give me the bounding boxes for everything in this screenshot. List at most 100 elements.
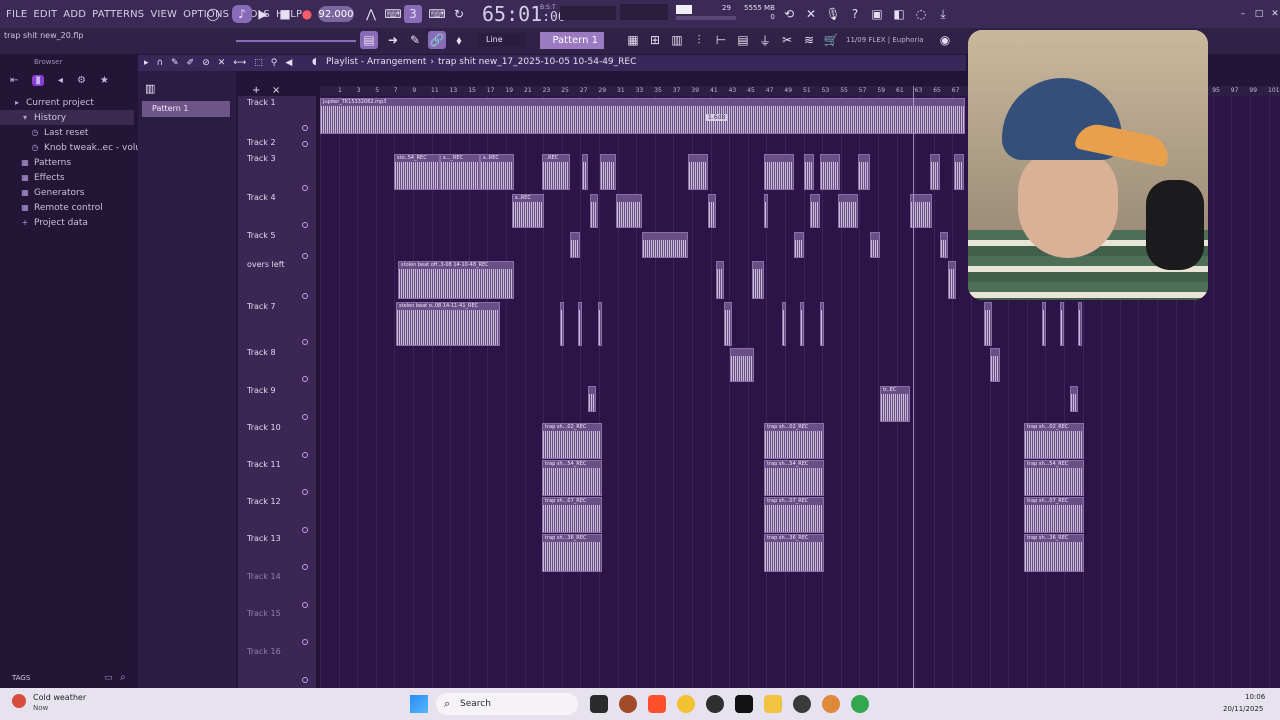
audio-clip[interactable] bbox=[838, 194, 858, 228]
tree-last-reset[interactable]: ◷ Last reset bbox=[0, 125, 134, 140]
playlist-menu-icon[interactable]: ▸ bbox=[144, 58, 149, 68]
audio-clip[interactable]: trap sh...54_REC bbox=[542, 460, 602, 496]
audio-clip[interactable]: ..REC bbox=[542, 154, 570, 190]
track-mute-toggle[interactable] bbox=[302, 125, 308, 131]
audio-clip[interactable]: trap sh...54_REC bbox=[764, 460, 824, 496]
audio-clip[interactable] bbox=[1042, 302, 1046, 346]
audio-clip[interactable] bbox=[588, 386, 596, 412]
select-icon[interactable]: ⬚ bbox=[254, 58, 263, 68]
audio-clip[interactable]: trap sh...36_REC bbox=[1024, 534, 1084, 572]
tree-current-project[interactable]: ▸ Current project bbox=[0, 95, 134, 110]
clock-time[interactable]: 10:06 bbox=[1245, 693, 1265, 701]
countdown-icon[interactable]: 3 bbox=[404, 5, 422, 23]
menu-file[interactable]: FILE bbox=[6, 9, 27, 20]
track-mute-toggle[interactable] bbox=[302, 489, 308, 495]
playlist-icon[interactable]: ▦ bbox=[624, 31, 642, 49]
browser-plugin-icon[interactable]: ◂ bbox=[58, 75, 63, 86]
track-mute-toggle[interactable] bbox=[302, 339, 308, 345]
audio-clip[interactable] bbox=[804, 154, 814, 190]
draw-tool-icon[interactable]: ✎ bbox=[406, 31, 424, 49]
audio-clip[interactable]: stolen beat off..3-08 14-10-48_REC bbox=[398, 261, 514, 299]
audio-clip[interactable] bbox=[794, 232, 804, 258]
brave-icon[interactable] bbox=[648, 695, 666, 713]
tags-folder-icon[interactable]: ▭ bbox=[104, 673, 113, 683]
audio-clip[interactable] bbox=[954, 154, 964, 190]
audio-clip[interactable]: trap sh...07_REC bbox=[764, 497, 824, 533]
download-icon[interactable]: ⤓ bbox=[934, 5, 952, 23]
fl-studio-taskbar-icon[interactable] bbox=[706, 695, 724, 713]
main-volume-knob-icon[interactable]: ◯ bbox=[204, 5, 222, 23]
track-mute-toggle[interactable] bbox=[302, 602, 308, 608]
audio-clip[interactable] bbox=[984, 302, 992, 346]
app-icon-fruit[interactable] bbox=[822, 695, 840, 713]
audio-clip[interactable] bbox=[616, 194, 642, 228]
mixer-icon[interactable]: ✕ bbox=[802, 5, 820, 23]
record-button[interactable]: ● bbox=[298, 5, 316, 23]
track-mute-toggle[interactable] bbox=[302, 639, 308, 645]
track-label[interactable]: Track 14 bbox=[247, 572, 281, 581]
audio-clip[interactable]: trap sh...02_REC bbox=[542, 423, 602, 459]
zoom-icon[interactable]: ⚲ bbox=[271, 58, 278, 68]
loop-record-icon[interactable]: ↻ bbox=[450, 5, 468, 23]
pattern-list-item[interactable]: Pattern 1 bbox=[142, 101, 230, 117]
track-label[interactable]: Track 11 bbox=[247, 460, 281, 469]
track-label[interactable]: Track 12 bbox=[247, 497, 281, 506]
snap-select[interactable]: Line bbox=[478, 33, 526, 47]
track-label[interactable]: Track 10 bbox=[247, 423, 281, 432]
stamp-icon[interactable]: ⬧ bbox=[450, 31, 468, 49]
track-label[interactable]: Track 2 bbox=[247, 138, 276, 147]
undo-icon[interactable]: ⟲ bbox=[780, 5, 798, 23]
add-track-icon[interactable]: + bbox=[252, 85, 260, 96]
play-button[interactable]: ▶ bbox=[254, 5, 272, 23]
browser-gear-icon[interactable]: ⚙ bbox=[77, 75, 86, 86]
audio-clip[interactable] bbox=[1070, 386, 1078, 412]
track-label[interactable]: Track 5 bbox=[247, 231, 276, 240]
track-label[interactable]: Track 13 bbox=[247, 534, 281, 543]
save-icon[interactable]: ▣ bbox=[868, 5, 886, 23]
arrow-tool-icon[interactable]: ➜ bbox=[384, 31, 402, 49]
link-icon[interactable]: 🔗 bbox=[428, 31, 446, 49]
audio-clip[interactable] bbox=[724, 302, 732, 346]
tree-effects[interactable]: ▦ Effects bbox=[0, 170, 134, 185]
tool-icon[interactable]: ✂ bbox=[778, 31, 796, 49]
cart-icon[interactable]: 🛒 bbox=[822, 31, 840, 49]
audio-clip[interactable] bbox=[810, 194, 820, 228]
audio-clip[interactable] bbox=[870, 232, 880, 258]
browser-back-icon[interactable]: ⇤ bbox=[10, 75, 18, 86]
audio-clip[interactable] bbox=[590, 194, 598, 228]
track-label[interactable]: Track 3 bbox=[247, 154, 276, 163]
piano-roll-icon[interactable]: ▤ bbox=[360, 31, 378, 49]
stop-button[interactable]: ■ bbox=[276, 5, 294, 23]
tree-project-data[interactable]: + Project data bbox=[0, 215, 134, 230]
menu-patterns[interactable]: PATTERNS bbox=[92, 9, 144, 20]
tree-generators[interactable]: ▦ Generators bbox=[0, 185, 134, 200]
track-mute-toggle[interactable] bbox=[302, 185, 308, 191]
clock-date[interactable]: 20/11/2025 bbox=[1223, 705, 1263, 713]
audio-clip[interactable] bbox=[560, 302, 564, 346]
audio-clip[interactable] bbox=[800, 302, 804, 346]
pattern-selector[interactable]: Pattern 1 bbox=[540, 32, 604, 49]
chrome-alt-icon[interactable] bbox=[851, 695, 869, 713]
audio-clip[interactable] bbox=[782, 302, 786, 346]
slip-icon[interactable]: ⟷ bbox=[233, 58, 246, 68]
tree-remote-control[interactable]: ▦ Remote control bbox=[0, 200, 134, 215]
audio-clip[interactable]: s..REC bbox=[512, 194, 544, 228]
master-volume-slider[interactable] bbox=[236, 40, 356, 42]
audio-clip[interactable]: trap sh...07_REC bbox=[542, 497, 602, 533]
audio-clip[interactable] bbox=[990, 348, 1000, 382]
audio-clip[interactable] bbox=[598, 302, 602, 346]
track-mute-toggle[interactable] bbox=[302, 452, 308, 458]
magnet-icon[interactable]: ∩ bbox=[157, 58, 164, 68]
track-mute-toggle[interactable] bbox=[302, 141, 308, 147]
tree-history[interactable]: ▾ History bbox=[0, 110, 134, 125]
piano-icon[interactable]: ▥ bbox=[668, 31, 686, 49]
cable-icon[interactable]: ≋ bbox=[800, 31, 818, 49]
track-mute-toggle[interactable] bbox=[302, 293, 308, 299]
audio-clip[interactable] bbox=[570, 232, 580, 258]
audio-clip[interactable] bbox=[764, 154, 794, 190]
track-label[interactable]: Track 16 bbox=[247, 647, 281, 656]
file-explorer-icon[interactable] bbox=[764, 695, 782, 713]
audio-clip[interactable] bbox=[642, 232, 688, 258]
audio-clip[interactable] bbox=[930, 154, 940, 190]
track-mute-toggle[interactable] bbox=[302, 564, 308, 570]
